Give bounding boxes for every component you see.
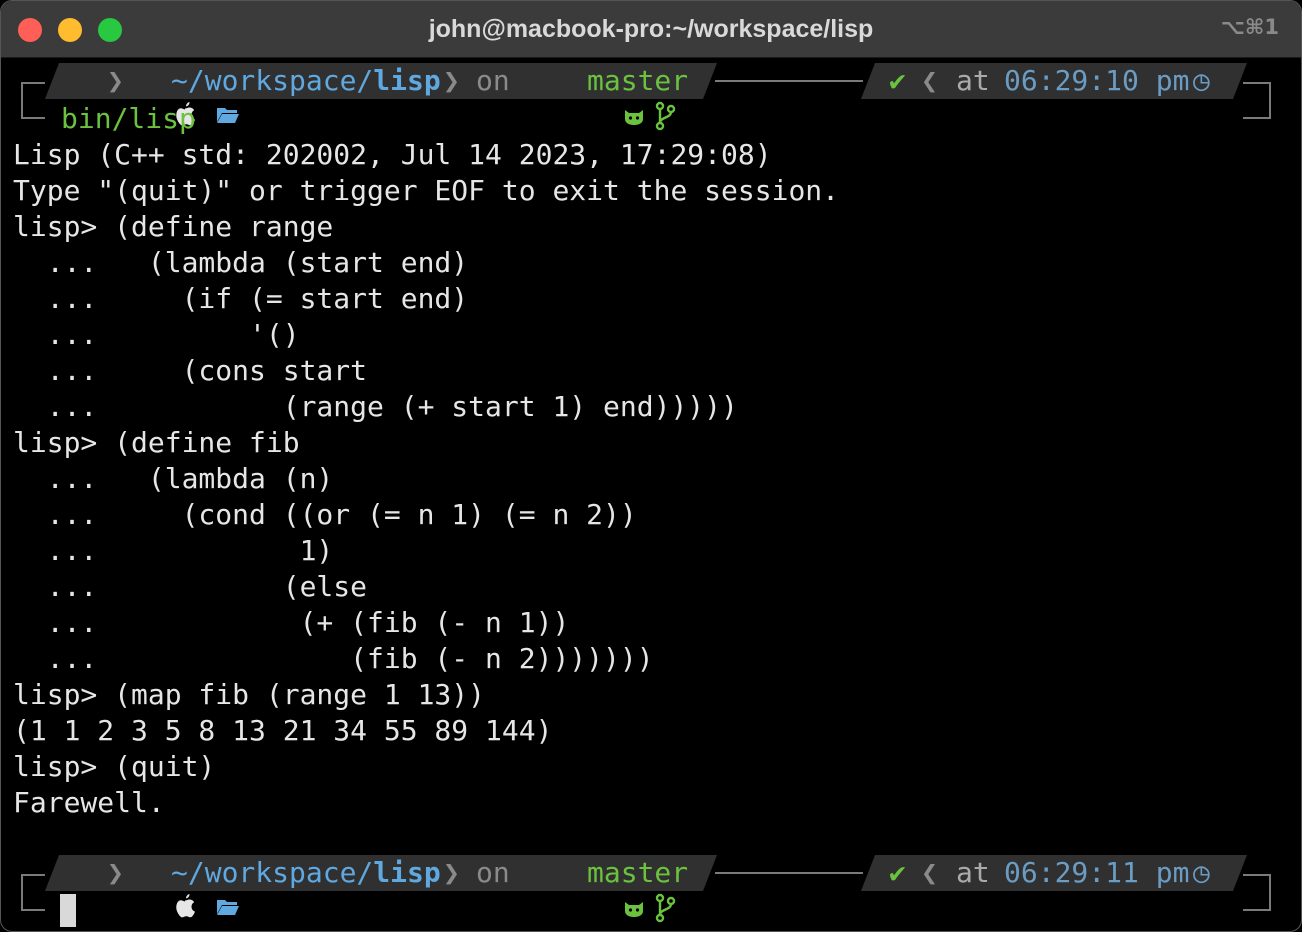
output-line: Type "(quit)" or trigger EOF to exit the… [13, 174, 840, 207]
on-label: on [476, 856, 510, 889]
output-line: ... (range (+ start 1) end))))) [13, 390, 738, 423]
prompt-frame-right [1243, 874, 1271, 911]
prompt-divider [715, 80, 863, 82]
title-bar: john@macbook-pro:~/workspace/lisp ⌥⌘1 [1, 1, 1301, 58]
at-label: at [956, 856, 990, 889]
separator-icon: ❯ [107, 856, 124, 889]
output-line: ... (cons start [13, 354, 368, 387]
clock-icon: ◷ [1193, 856, 1210, 889]
command-line: bin/lisp [61, 102, 196, 135]
prompt-frame-right [1243, 82, 1271, 119]
window-title: john@macbook-pro:~/workspace/lisp [428, 15, 874, 43]
prompt-frame-left [21, 874, 45, 911]
output-line: ... 1) [13, 534, 334, 567]
prompt-frame-left [21, 82, 45, 119]
status-check-icon: ✔ [889, 64, 906, 97]
cwd-path: ~/workspace/lisp [171, 856, 441, 889]
output-line: ... (+ (fib (- n 1)) [13, 606, 570, 639]
output-line: (1 1 2 3 5 8 13 21 34 55 89 144) [13, 714, 553, 747]
output-line: lisp> (quit) [13, 750, 216, 783]
output-line: ... (lambda (n) [13, 462, 334, 495]
window-shortcut: ⌥⌘1 [1220, 15, 1279, 39]
text-cursor[interactable] [60, 894, 76, 927]
clock-icon: ◷ [1193, 64, 1210, 97]
prompt-bar: ❯ ~/workspace/lisp ❯ on master ✔ ❮ at 06… [1, 855, 1301, 925]
prompt-time: 06:29:11 pm [1004, 856, 1190, 889]
output-line: ... (else [13, 570, 368, 603]
output-line: ... (cond ((or (= n 1) (= n 2)) [13, 498, 637, 531]
separator-icon: ❯ [107, 64, 124, 97]
output-line: Farewell. [13, 786, 165, 819]
prompt-divider [715, 872, 863, 874]
prompt-time: 06:29:10 pm [1004, 64, 1190, 97]
output-line: lisp> (map fib (range 1 13)) [13, 678, 486, 711]
output-line: Lisp (C++ std: 202002, Jul 14 2023, 17:2… [13, 138, 772, 171]
branch-name: master [587, 856, 689, 889]
output-line: lisp> (define fib [13, 426, 300, 459]
output-line: ... (if (= start end) [13, 282, 469, 315]
output-line: lisp> (define range [13, 210, 334, 243]
terminal-window: john@macbook-pro:~/workspace/lisp ⌥⌘1 ❯ … [0, 0, 1302, 932]
separator-icon: ❯ [443, 856, 460, 889]
status-check-icon: ✔ [889, 856, 906, 889]
on-label: on [476, 64, 510, 97]
separator-icon: ❮ [921, 64, 938, 97]
output-line: ... (lambda (start end) [13, 246, 469, 279]
cwd-path: ~/workspace/lisp [171, 64, 441, 97]
at-label: at [956, 64, 990, 97]
separator-icon: ❮ [921, 856, 938, 889]
output-line: ... (fib (- n 2))))))) [13, 642, 654, 675]
separator-icon: ❯ [443, 64, 460, 97]
branch-name: master [587, 64, 689, 97]
prompt-bar: ❯ ~/workspace/lisp ❯ on master ✔ ❮ at 06… [1, 63, 1301, 133]
output-line: ... '() [13, 318, 300, 351]
